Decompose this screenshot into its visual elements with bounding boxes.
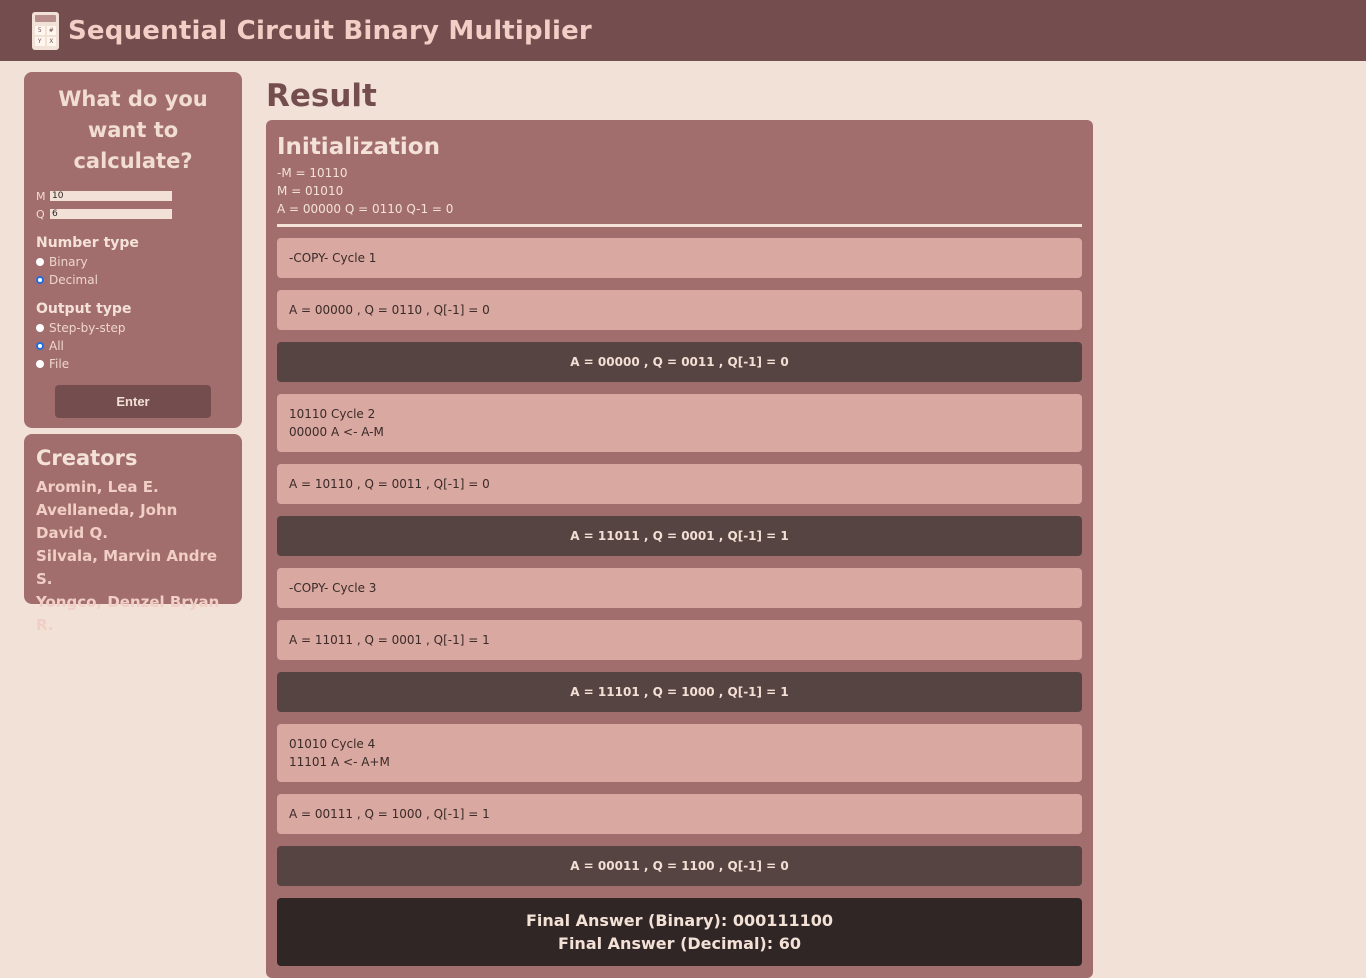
radio-button-checked[interactable] xyxy=(36,342,44,350)
step-text: -COPY- Cycle 3 xyxy=(289,581,377,595)
step-text: A = 11101 , Q = 1000 , Q[-1] = 1 xyxy=(570,685,789,699)
result-panel: Initialization -M = 10110 M = 01010 A = … xyxy=(266,120,1093,978)
creator-name: Silvala, Marvin Andre S. xyxy=(36,547,218,588)
m-input[interactable] xyxy=(50,191,172,201)
q-input[interactable] xyxy=(50,209,172,219)
step-card: A = 00111 , Q = 1000 , Q[-1] = 1 xyxy=(277,794,1082,834)
output-type-heading: Output type xyxy=(36,301,132,317)
final-answer-binary: Final Answer (Binary): 000111100 xyxy=(525,911,834,930)
step-card: A = 11011 , Q = 0001 , Q[-1] = 1 xyxy=(277,620,1082,660)
step-text: -COPY- Cycle 1 xyxy=(289,251,377,265)
creators-panel: Creators Aromin, Lea E. Avellaneda, John… xyxy=(24,434,242,634)
radio-button[interactable] xyxy=(36,324,44,332)
form-question: What do you want to calculate? xyxy=(58,87,208,173)
init-line: M = 01010 xyxy=(277,184,344,198)
m-field-row: M xyxy=(36,187,230,205)
step-text: A = 10110 , Q = 0011 , Q[-1] = 0 xyxy=(289,477,490,491)
calculator-icon: 5 # Y X xyxy=(32,11,59,50)
step-card: -COPY- Cycle 1 xyxy=(277,238,1082,278)
step-text: A = 11011 , Q = 0001 , Q[-1] = 1 xyxy=(289,633,490,647)
calculator-form: What do you want to calculate? M Q Numbe… xyxy=(24,72,242,428)
creators-heading: Creators xyxy=(36,446,138,470)
step-card: -COPY- Cycle 3 xyxy=(277,568,1082,608)
radio-label: Binary xyxy=(49,255,88,269)
step-text: 01010 Cycle 4 xyxy=(289,737,376,751)
init-line: -M = 10110 xyxy=(277,166,348,180)
sidebar: What do you want to calculate? M Q Numbe… xyxy=(24,72,242,634)
q-label: Q xyxy=(36,207,45,221)
radio-binary[interactable]: Binary xyxy=(36,253,230,271)
step-result-card: A = 00000 , Q = 0011 , Q[-1] = 0 xyxy=(277,342,1082,382)
q-field-row: Q xyxy=(36,205,230,223)
radio-decimal[interactable]: Decimal xyxy=(36,271,230,289)
m-label: M xyxy=(36,189,46,203)
radio-label: Decimal xyxy=(49,273,98,287)
header-bar: 5 # Y X Sequential Circuit Binary Multip… xyxy=(0,0,1366,61)
radio-button[interactable] xyxy=(36,258,44,266)
step-card: 01010 Cycle 4 11101 A <- A+M xyxy=(277,724,1082,782)
step-text: 00000 A <- A-M xyxy=(289,425,384,439)
radio-button[interactable] xyxy=(36,360,44,368)
divider xyxy=(277,224,1082,227)
app-title: Sequential Circuit Binary Multiplier xyxy=(68,15,592,46)
step-result-card: A = 11011 , Q = 0001 , Q[-1] = 1 xyxy=(277,516,1082,556)
radio-label: Step-by-step xyxy=(49,321,126,335)
radio-label: All xyxy=(49,339,64,353)
initialization-heading: Initialization xyxy=(277,134,440,160)
step-text: A = 00000 , Q = 0011 , Q[-1] = 0 xyxy=(570,355,789,369)
main-content: Result Initialization -M = 10110 M = 010… xyxy=(266,78,1093,978)
number-type-heading: Number type xyxy=(36,235,139,251)
init-line: A = 00000 Q = 0110 Q-1 = 0 xyxy=(277,202,454,216)
step-text: A = 11011 , Q = 0001 , Q[-1] = 1 xyxy=(570,529,789,543)
step-text: A = 00011 , Q = 1100 , Q[-1] = 0 xyxy=(570,859,789,873)
step-text: A = 00111 , Q = 1000 , Q[-1] = 1 xyxy=(289,807,490,821)
radio-all[interactable]: All xyxy=(36,337,230,355)
creator-name: Aromin, Lea E. xyxy=(36,478,159,496)
step-card: A = 00000 , Q = 0110 , Q[-1] = 0 xyxy=(277,290,1082,330)
step-text: A = 00000 , Q = 0110 , Q[-1] = 0 xyxy=(289,303,490,317)
final-answer-card: Final Answer (Binary): 000111100 Final A… xyxy=(277,898,1082,966)
radio-label: File xyxy=(49,357,70,371)
creator-name: Avellaneda, John David Q. xyxy=(36,501,178,542)
step-result-card: A = 00011 , Q = 1100 , Q[-1] = 0 xyxy=(277,846,1082,886)
step-text: 10110 Cycle 2 xyxy=(289,407,376,421)
radio-button-checked[interactable] xyxy=(36,276,44,284)
radio-file[interactable]: File xyxy=(36,355,230,373)
enter-button[interactable]: Enter xyxy=(55,385,211,418)
step-text: 11101 A <- A+M xyxy=(289,755,390,769)
creator-name: Yongco, Denzel Bryan R. xyxy=(36,593,220,634)
result-heading: Result xyxy=(266,78,377,114)
step-result-card: A = 11101 , Q = 1000 , Q[-1] = 1 xyxy=(277,672,1082,712)
final-answer-decimal: Final Answer (Decimal): 60 xyxy=(558,934,801,953)
step-card: 10110 Cycle 2 00000 A <- A-M xyxy=(277,394,1082,452)
step-card: A = 10110 , Q = 0011 , Q[-1] = 0 xyxy=(277,464,1082,504)
radio-step-by-step[interactable]: Step-by-step xyxy=(36,319,230,337)
